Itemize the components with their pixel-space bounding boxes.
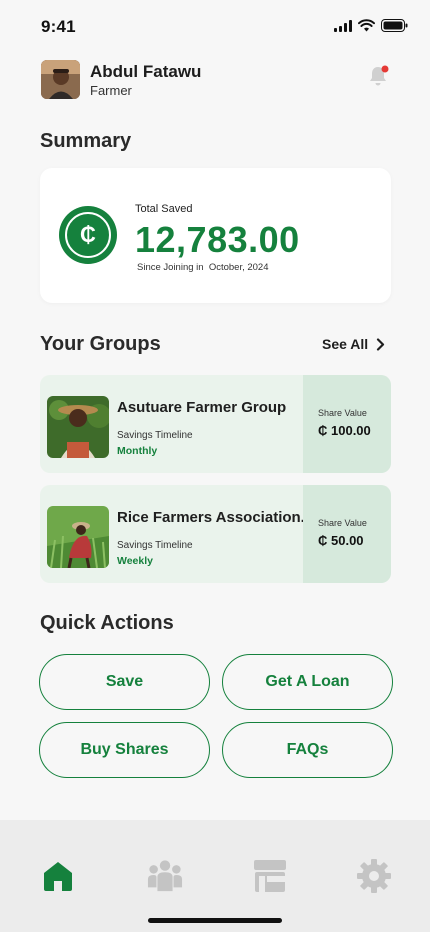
see-all-label: See All	[322, 336, 369, 352]
savings-timeline-label: Savings Timeline	[117, 540, 193, 551]
notification-dot	[381, 65, 389, 73]
summary-card: ₵ Total Saved 12,783.00 Since Joining in…	[40, 168, 391, 303]
cedi-icon: ₵	[59, 206, 117, 264]
group-card-asutuare[interactable]: Asutuare Farmer Group Savings Timeline M…	[40, 375, 391, 473]
faqs-button[interactable]: FAQs	[222, 722, 393, 778]
share-value-box: Share Value ₵ 100.00	[303, 375, 391, 473]
groups-title: Your Groups	[40, 333, 161, 355]
cellular-signal-icon	[334, 19, 352, 32]
user-name: Abdul Fatawu	[90, 62, 202, 81]
savings-timeline-value: Monthly	[117, 445, 158, 457]
status-icons	[334, 19, 408, 32]
nav-home[interactable]	[40, 858, 76, 894]
summary-title: Summary	[40, 130, 132, 152]
group-image	[47, 396, 109, 458]
wifi-icon	[358, 19, 375, 32]
buy-shares-button[interactable]: Buy Shares	[39, 722, 210, 778]
group-name: Rice Farmers Association.	[117, 509, 305, 526]
share-value-amount: ₵ 50.00	[318, 533, 364, 548]
nav-settings[interactable]	[356, 858, 392, 894]
nav-groups[interactable]	[147, 858, 183, 894]
cedi-symbol: ₵	[65, 212, 111, 258]
save-button[interactable]: Save	[39, 654, 210, 710]
total-saved-amount: 12,783.00	[135, 219, 300, 260]
home-icon	[44, 862, 72, 891]
quick-actions-title: Quick Actions	[40, 612, 174, 634]
group-image	[47, 506, 109, 568]
share-value-box: Share Value ₵ 50.00	[303, 485, 391, 583]
bottom-nav	[0, 820, 430, 932]
home-indicator	[148, 918, 282, 923]
see-all-link[interactable]: See All	[322, 336, 385, 352]
group-name: Asutuare Farmer Group	[117, 399, 287, 416]
settings-icon	[357, 859, 391, 893]
status-time: 9:41	[41, 17, 76, 36]
share-value-label: Share Value	[318, 408, 367, 418]
group-card-rice-farmers[interactable]: Rice Farmers Association. Savings Timeli…	[40, 485, 391, 583]
avatar[interactable]	[41, 60, 80, 99]
status-bar: 9:41	[0, 0, 430, 54]
battery-icon	[381, 19, 408, 32]
user-role: Farmer	[90, 83, 132, 98]
marketplace-icon	[254, 860, 286, 892]
get-loan-button[interactable]: Get A Loan	[222, 654, 393, 710]
nav-marketplace[interactable]	[252, 858, 288, 894]
total-saved-label: Total Saved	[135, 203, 193, 215]
screen: 9:41 Abdul Fatawu Farmer Summary ₵ Total…	[0, 0, 430, 932]
chevron-right-icon	[377, 337, 385, 351]
share-value-label: Share Value	[318, 518, 367, 528]
notification-bell-icon[interactable]	[366, 64, 390, 88]
savings-timeline-value: Weekly	[117, 555, 153, 567]
avatar-image	[41, 60, 80, 99]
since-joining-text: Since Joining in October, 2024	[137, 262, 269, 273]
share-value-amount: ₵ 100.00	[318, 423, 371, 438]
savings-timeline-label: Savings Timeline	[117, 430, 193, 441]
groups-icon	[147, 860, 183, 892]
